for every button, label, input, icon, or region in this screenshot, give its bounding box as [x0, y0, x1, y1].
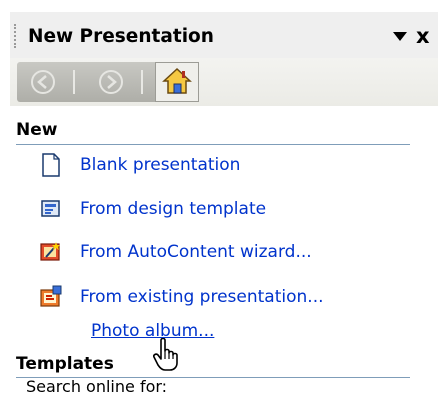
home-icon [162, 67, 192, 94]
hand-pointer-cursor-icon [153, 338, 178, 371]
item-label: From existing presentation... [80, 287, 324, 307]
forward-arrow-icon [99, 70, 123, 94]
pane-nav-toolbar [10, 58, 438, 106]
blank-page-icon [42, 153, 60, 177]
design-template-icon [41, 200, 60, 217]
search-online-label: Search online for: [26, 377, 168, 396]
triangle-down-icon [393, 32, 407, 41]
task-pane-title-bar: New Presentation x [10, 12, 438, 62]
from-design-template-link[interactable]: From design template [40, 195, 266, 223]
section-divider [16, 144, 410, 145]
from-autocontent-wizard-link[interactable]: From AutoContent wizard... [40, 238, 312, 266]
autocontent-wizard-icon [40, 242, 60, 261]
pane-close-button[interactable]: x [416, 24, 436, 48]
section-heading-templates: Templates [16, 354, 114, 374]
nav-separator [73, 70, 75, 94]
section-heading-new: New [16, 120, 58, 140]
forward-button[interactable] [95, 66, 127, 98]
back-button[interactable] [27, 66, 59, 98]
back-arrow-icon [31, 70, 55, 94]
item-label: Blank presentation [80, 155, 241, 175]
blank-presentation-link[interactable]: Blank presentation [40, 151, 240, 179]
pane-title: New Presentation [28, 26, 214, 47]
nav-button-group [17, 62, 199, 102]
existing-presentation-icon [40, 285, 62, 307]
item-label: From AutoContent wizard... [80, 242, 312, 262]
from-existing-presentation-link[interactable]: From existing presentation... [40, 283, 324, 311]
task-pane: New Presentation x New Blank presentatio… [10, 12, 438, 403]
pane-menu-dropdown[interactable] [389, 26, 411, 48]
home-button[interactable] [155, 62, 199, 102]
pane-grip-handle[interactable] [14, 24, 19, 48]
nav-separator [141, 70, 143, 94]
item-label: From design template [80, 199, 267, 219]
